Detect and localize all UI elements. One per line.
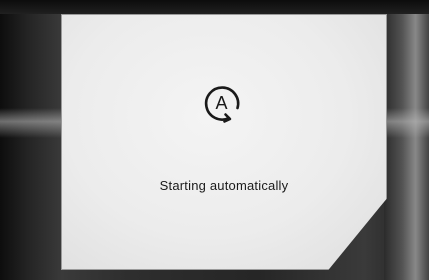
bezel-right <box>384 0 429 280</box>
bezel-top <box>0 0 429 14</box>
status-message: Starting automatically <box>159 178 289 193</box>
auto-start-icon-letter: A <box>215 93 227 113</box>
display-screen <box>61 14 387 270</box>
bezel-left <box>0 0 62 280</box>
display-photo-frame: A Starting automatically <box>0 0 429 280</box>
auto-start-icon: A <box>199 80 245 126</box>
